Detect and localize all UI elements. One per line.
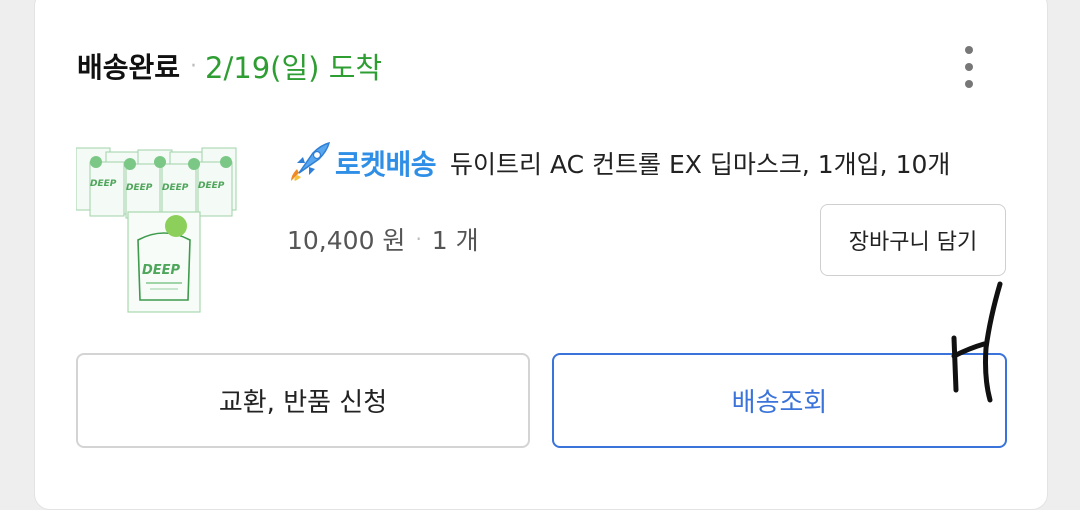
track-delivery-button[interactable]: 배송조회: [552, 353, 1007, 448]
product-thumbnail[interactable]: DEEP DEEP DEEP DEEP DEEP: [76, 140, 244, 316]
rocket-icon: [291, 141, 331, 181]
rocket-delivery-badge: 로켓배송: [335, 148, 437, 181]
exchange-return-button[interactable]: 교환, 반품 신청: [76, 353, 530, 448]
arrival-date: 2/19(일) 도착: [205, 51, 383, 85]
svg-text:DEEP: DEEP: [90, 179, 117, 189]
price-line: 10,400 원 · 1 개: [287, 220, 479, 258]
add-to-cart-button[interactable]: 장바구니 담기: [820, 204, 1006, 276]
kebab-dot: [965, 63, 973, 71]
svg-text:DEEP: DEEP: [198, 181, 225, 191]
kebab-dot: [965, 80, 973, 88]
delivery-status: 배송완료: [77, 51, 181, 84]
kebab-dot: [965, 46, 973, 54]
svg-text:DEEP: DEEP: [142, 263, 181, 278]
svg-text:DEEP: DEEP: [126, 183, 153, 193]
svg-text:DEEP: DEEP: [162, 183, 189, 193]
product-name: 듀이트리 AC 컨트롤 EX 딥마스크, 1개입, 10개: [450, 150, 951, 179]
kebab-menu-icon[interactable]: [956, 46, 982, 88]
status-separator: ·: [190, 53, 198, 79]
product-quantity: 1 개: [431, 226, 479, 255]
product-title-line[interactable]: 로켓배송 듀이트리 AC 컨트롤 EX 딥마스크, 1개입, 10개: [287, 140, 950, 186]
product-price: 10,400 원: [287, 226, 406, 255]
price-separator: ·: [415, 227, 422, 251]
order-header: 배송완료 · 2/19(일) 도착: [77, 44, 382, 88]
